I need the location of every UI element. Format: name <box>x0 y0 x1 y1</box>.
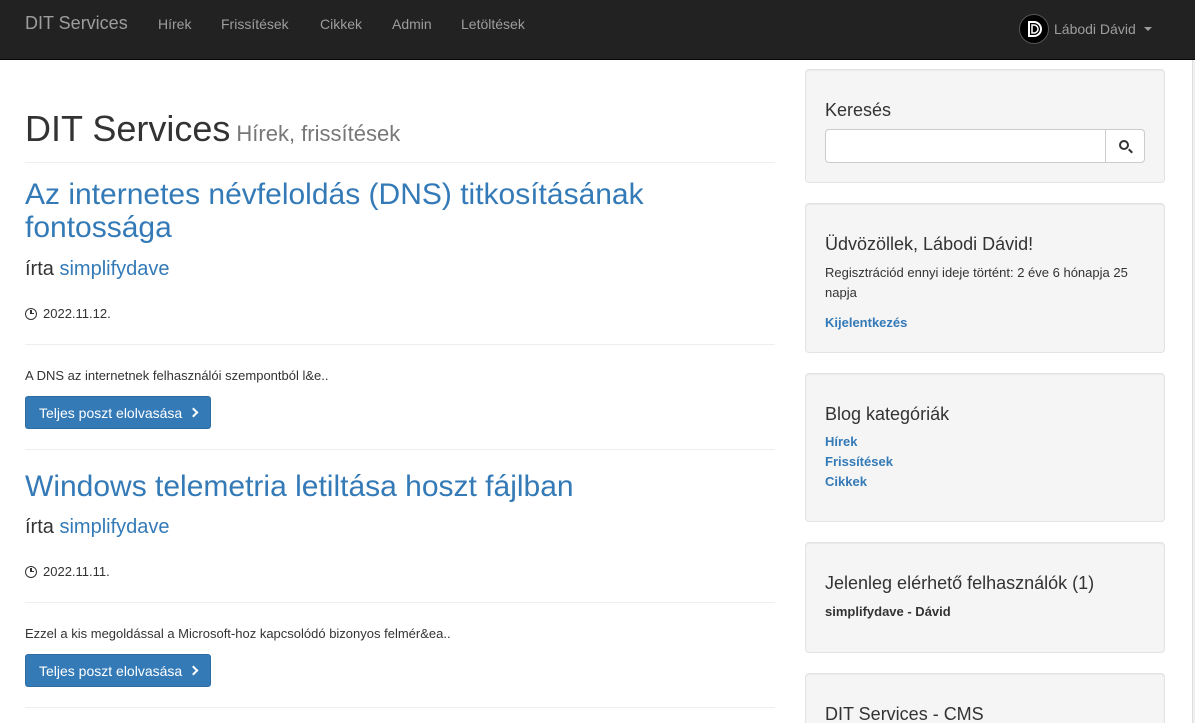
welcome-widget: Üdvözöllek, Lábodi Dávid! Regisztrációd … <box>805 203 1165 353</box>
search-group <box>825 129 1145 163</box>
nav-link-admin[interactable]: Admin <box>392 16 432 32</box>
online-users-widget: Jelenleg elérhető felhasználók (1) simpl… <box>805 542 1165 653</box>
clock-icon <box>25 565 37 578</box>
category-link-cikkek[interactable]: Cikkek <box>825 474 867 489</box>
post-title-link[interactable]: Windows telemetria letiltása hoszt fájlb… <box>25 470 725 503</box>
search-widget: Keresés <box>805 69 1165 183</box>
user-menu-dropdown[interactable]: Lábodi Dávid <box>1019 14 1152 44</box>
author-link[interactable]: simplifydave <box>59 516 169 538</box>
divider <box>25 449 775 450</box>
cms-widget: DIT Services - CMS <box>805 673 1165 723</box>
user-name: Lábodi Dávid <box>1054 21 1136 37</box>
nav-link-hirek[interactable]: Hírek <box>158 16 191 32</box>
clock-icon <box>25 307 37 320</box>
author-prefix: írta <box>25 258 54 280</box>
nav-link-frissitesek[interactable]: Frissítések <box>221 16 289 32</box>
post-date-text: 2022.11.12. <box>43 306 111 321</box>
caret-down-icon <box>1143 27 1152 31</box>
author-prefix: írta <box>25 516 54 538</box>
search-icon <box>1118 139 1129 150</box>
chevron-right-icon <box>188 665 199 676</box>
post-author: írta simplifydave <box>25 258 170 281</box>
post-excerpt: Ezzel a kis megoldással a Microsoft-hoz … <box>25 626 451 641</box>
logout-link[interactable]: Kijelentkezés <box>825 315 907 330</box>
post-date: 2022.11.11. <box>25 564 110 579</box>
brand-link[interactable]: DIT Services <box>25 13 128 34</box>
registration-info: Regisztrációd ennyi ideje történt: 2 éve… <box>825 265 1128 300</box>
button-label: Teljes poszt elolvasása <box>39 662 183 679</box>
divider <box>25 707 775 708</box>
post-excerpt: A DNS az internetnek felhasználói szempo… <box>25 368 329 383</box>
nav-link-letoltesek[interactable]: Letöltések <box>461 16 525 32</box>
post-author: írta simplifydave <box>25 516 170 539</box>
category-link-frissitesek[interactable]: Frissítések <box>825 454 893 469</box>
widget-title: Jelenleg elérhető felhasználók (1) <box>825 573 1095 593</box>
divider <box>25 344 775 345</box>
user-logo-icon <box>1019 14 1049 44</box>
post-date: 2022.11.12. <box>25 306 111 321</box>
widget-title: Üdvözöllek, Lábodi Dávid! <box>825 234 1034 254</box>
page-subtitle: Hírek, frissítések <box>236 121 401 146</box>
read-full-post-button[interactable]: Teljes poszt elolvasása <box>25 396 212 429</box>
widget-title: Keresés <box>825 100 892 120</box>
nav-link-cikkek[interactable]: Cikkek <box>320 16 362 32</box>
page-header: DIT Services Hírek, frissítések <box>25 108 775 163</box>
top-navbar: DIT Services Hírek Frissítések Cikkek Ad… <box>0 0 1195 60</box>
author-link[interactable]: simplifydave <box>59 258 169 280</box>
categories-widget: Blog kategóriák Hírek Frissítések Cikkek <box>805 373 1165 522</box>
divider <box>25 602 775 603</box>
online-user: simplifydave - Dávid <box>825 604 951 619</box>
post-date-text: 2022.11.11. <box>43 564 110 579</box>
read-full-post-button[interactable]: Teljes poszt elolvasása <box>25 654 212 687</box>
category-link-hirek[interactable]: Hírek <box>825 434 858 449</box>
chevron-right-icon <box>188 407 199 418</box>
button-label: Teljes poszt elolvasása <box>39 404 183 421</box>
widget-title: DIT Services - CMS <box>825 704 984 723</box>
widget-title: Blog kategóriák <box>825 404 950 424</box>
search-input[interactable] <box>826 130 1105 162</box>
search-button[interactable] <box>1105 130 1144 162</box>
page-title: DIT Services <box>25 108 231 149</box>
post-title-link[interactable]: Az internetes névfeloldás (DNS) titkosít… <box>25 178 725 244</box>
